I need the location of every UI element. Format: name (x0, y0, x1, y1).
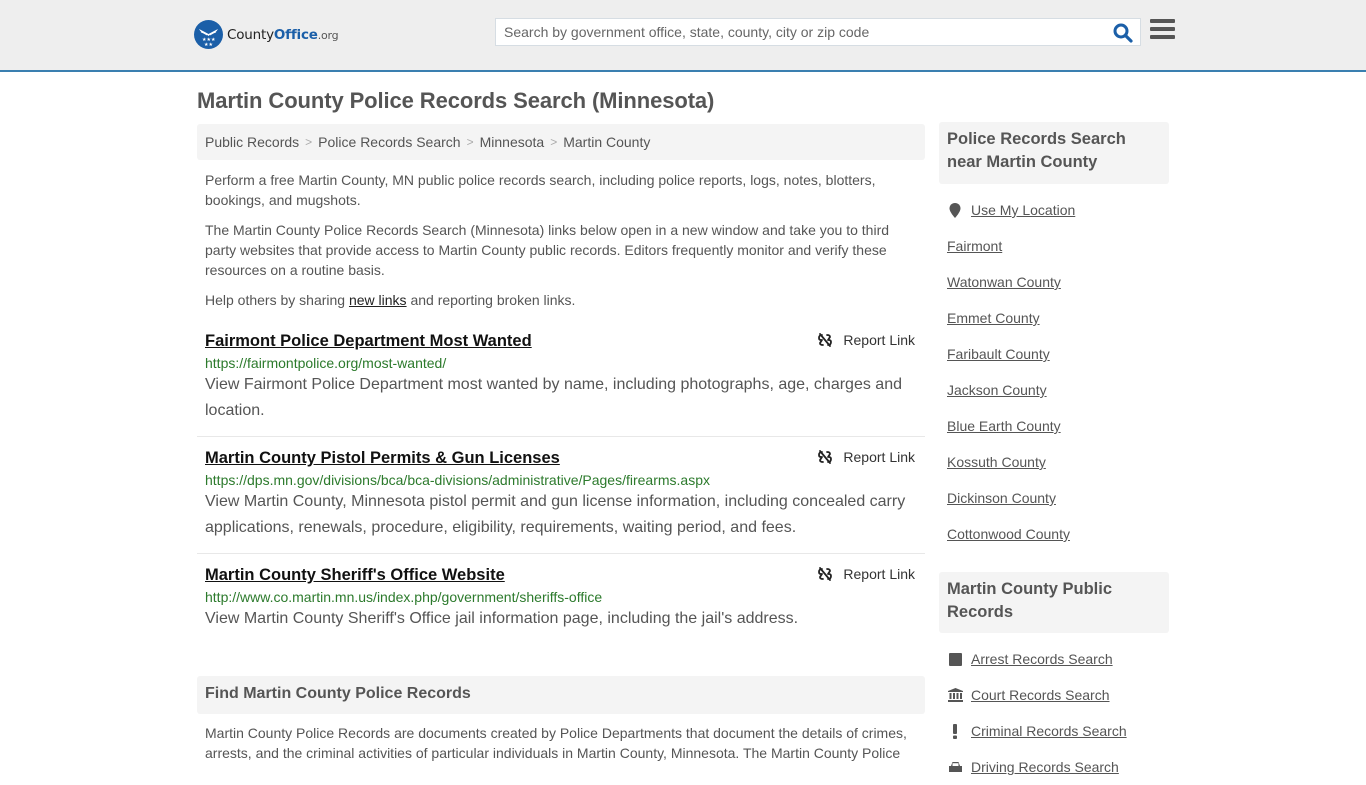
breadcrumb-separator: > (550, 135, 558, 149)
result-title-link[interactable]: Martin County Pistol Permits & Gun Licen… (205, 449, 560, 468)
car-icon (947, 759, 963, 775)
eagle-stars-logo-icon: ★★★ ★★ (194, 20, 223, 49)
result-title-link[interactable]: Fairmont Police Department Most Wanted (205, 332, 532, 351)
arrest-records-link[interactable]: Arrest Records Search (971, 651, 1113, 667)
logo-wordmark: CountyOffice.org (227, 26, 339, 43)
breadcrumb-separator: > (305, 135, 313, 149)
breadcrumb-minnesota[interactable]: Minnesota (480, 134, 545, 150)
find-section-text: Martin County Police Records are documen… (205, 725, 907, 761)
broken-link-icon (818, 333, 833, 347)
sidebar-item-emmet-county: Emmet County (947, 300, 1169, 336)
nearby-link[interactable]: Jackson County (947, 382, 1047, 398)
map-pin-icon (947, 202, 963, 218)
nearby-link[interactable]: Blue Earth County (947, 418, 1061, 434)
sidebar-item-watonwan-county: Watonwan County (947, 264, 1169, 300)
breadcrumb-separator: > (466, 135, 474, 149)
search-input[interactable] (496, 19, 1106, 45)
sidebar-item-blue-earth-county: Blue Earth County (947, 408, 1169, 444)
sidebar-item-fairmont: Fairmont (947, 228, 1169, 264)
result-description: View Fairmont Police Department most wan… (205, 376, 902, 419)
sidebar-item-driving-records: Driving Records Search (947, 749, 1169, 785)
site-logo[interactable]: ★★★ ★★ CountyOffice.org (194, 20, 339, 49)
square-icon (947, 651, 963, 667)
sidebar-near-list: Use My Location Fairmont Watonwan County… (947, 192, 1169, 552)
sidebar-public-records-list: Arrest Records Search Court Records Sear… (947, 641, 1169, 785)
use-my-location-link[interactable]: Use My Location (971, 202, 1075, 218)
site-header: ★★★ ★★ CountyOffice.org (0, 0, 1366, 72)
result-description: View Martin County Sheriff's Office jail… (205, 610, 799, 627)
nearby-link[interactable]: Cottonwood County (947, 526, 1070, 542)
broken-link-icon (818, 450, 833, 464)
broken-link-icon (818, 567, 833, 581)
find-section-heading: Find Martin County Police Records (197, 676, 925, 714)
menu-bar-icon (1150, 19, 1175, 23)
intro-text: Perform a free Martin County, MN public … (205, 170, 915, 320)
sidebar-item-arrest-records: Arrest Records Search (947, 641, 1169, 677)
sidebar-public-records-heading: Martin County Public Records (939, 572, 1169, 633)
result-url: http://www.co.martin.mn.us/index.php/gov… (205, 589, 603, 605)
breadcrumb-police-records-search[interactable]: Police Records Search (318, 134, 460, 150)
result-title-link[interactable]: Martin County Sheriff's Office Website (205, 566, 505, 585)
search-bar (495, 18, 1141, 46)
result-item: Martin County Sheriff's Office Website R… (197, 554, 925, 654)
nearby-link[interactable]: Watonwan County (947, 274, 1061, 290)
report-link-button[interactable]: Report Link (817, 566, 915, 582)
intro-paragraph-2: The Martin County Police Records Search … (205, 222, 890, 278)
menu-bar-icon (1150, 35, 1175, 39)
courthouse-icon (947, 687, 963, 703)
report-link-button[interactable]: Report Link (817, 449, 915, 465)
sidebar-item-court-records: Court Records Search (947, 677, 1169, 713)
svg-text:★★: ★★ (204, 42, 213, 48)
nearby-link[interactable]: Emmet County (947, 310, 1040, 326)
exclamation-icon (947, 723, 963, 739)
sidebar-item-kossuth-county: Kossuth County (947, 444, 1169, 480)
nearby-link[interactable]: Dickinson County (947, 490, 1056, 506)
result-item: Martin County Pistol Permits & Gun Licen… (197, 437, 925, 554)
intro-paragraph-3: Help others by sharing new links and rep… (205, 292, 576, 308)
sidebar-item-faribault-county: Faribault County (947, 336, 1169, 372)
result-description: View Martin County, Minnesota pistol per… (205, 493, 906, 536)
sidebar-item-jackson-county: Jackson County (947, 372, 1169, 408)
use-my-location-item: Use My Location (947, 192, 1169, 228)
sidebar-near-heading: Police Records Search near Martin County (939, 122, 1169, 184)
new-links-link[interactable]: new links (349, 292, 407, 308)
driving-records-link[interactable]: Driving Records Search (971, 759, 1119, 775)
court-records-link[interactable]: Court Records Search (971, 687, 1110, 703)
result-url: https://fairmontpolice.org/most-wanted/ (205, 355, 447, 371)
nearby-link[interactable]: Kossuth County (947, 454, 1046, 470)
breadcrumb-martin-county[interactable]: Martin County (563, 134, 650, 150)
intro-paragraph-1: Perform a free Martin County, MN public … (205, 172, 876, 208)
hamburger-menu-button[interactable] (1150, 19, 1176, 43)
sidebar-item-dickinson-county: Dickinson County (947, 480, 1169, 516)
sidebar-item-criminal-records: Criminal Records Search (947, 713, 1169, 749)
nearby-link[interactable]: Faribault County (947, 346, 1050, 362)
breadcrumb: Public Records > Police Records Search >… (197, 124, 925, 160)
result-item: Fairmont Police Department Most Wanted R… (197, 326, 925, 437)
report-link-button[interactable]: Report Link (817, 332, 915, 348)
breadcrumb-public-records[interactable]: Public Records (205, 134, 299, 150)
page-title: Martin County Police Records Search (Min… (197, 88, 715, 113)
results-list: Fairmont Police Department Most Wanted R… (197, 326, 925, 654)
menu-bar-icon (1150, 27, 1175, 31)
search-button[interactable] (1112, 22, 1134, 44)
search-icon (1113, 23, 1133, 43)
criminal-records-link[interactable]: Criminal Records Search (971, 723, 1127, 739)
nearby-link[interactable]: Fairmont (947, 238, 1002, 254)
sidebar-item-cottonwood-county: Cottonwood County (947, 516, 1169, 552)
result-url: https://dps.mn.gov/divisions/bca/bca-div… (205, 472, 710, 488)
